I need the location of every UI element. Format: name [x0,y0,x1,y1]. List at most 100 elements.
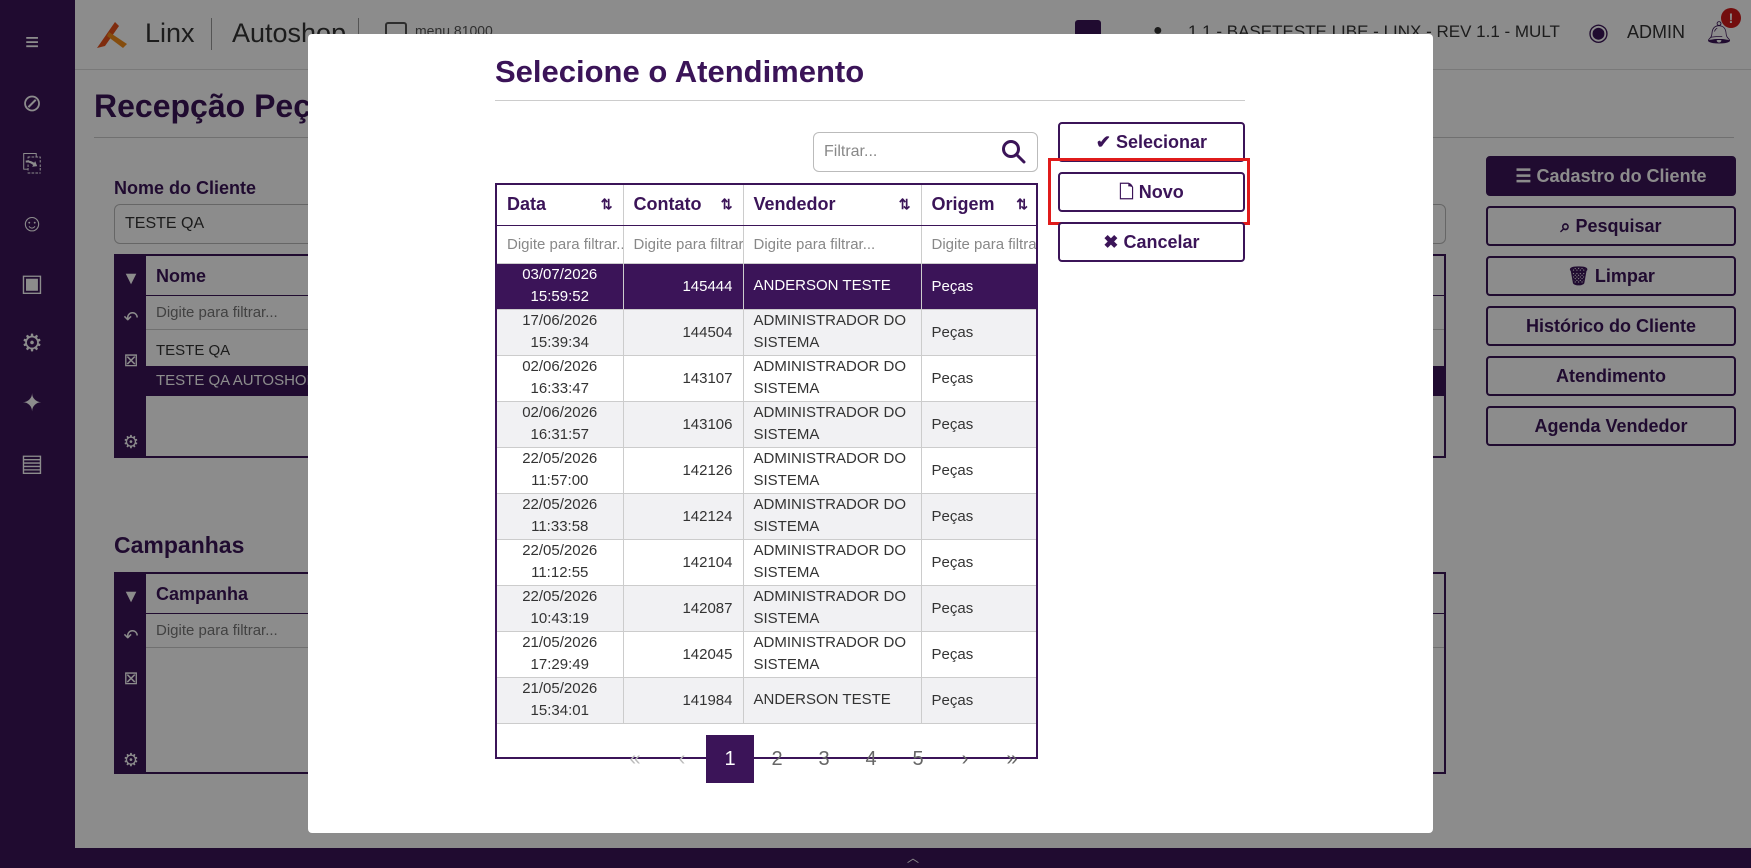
cell-origem[interactable]: Peças [921,585,1036,632]
cell-date: 17/06/2026 [522,312,598,329]
table-row[interactable]: 22/05/2026 11:57:00 142126 ADMINISTRADOR DO… [497,447,1036,494]
cell-data[interactable]: 22/05/2026 10:43:19 [497,585,624,632]
filter-input[interactable]: Filtrar... [813,132,1038,172]
cell-date: 22/05/2026 [522,542,598,559]
highlight-box [1048,158,1250,225]
pager-page-3[interactable]: 3 [800,735,848,783]
cell-date: 03/07/2026 [522,266,598,283]
cell-date: 22/05/2026 [522,450,598,467]
cell-time: 11:12:55 [531,564,589,581]
cell-data[interactable]: 21/05/2026 15:34:01 [497,677,624,724]
table-row-selected[interactable]: 03/07/2026 15:59:52 145444 ANDERSON TESTE Pe… [497,263,1036,310]
table-row[interactable]: 21/05/2026 17:29:49 142045 ADMINISTRADOR DO… [497,631,1036,678]
cell-contato[interactable]: 145444 [623,263,744,310]
pager-first-icon[interactable]: « [611,735,659,783]
cell-data[interactable]: 03/07/2026 15:59:52 [497,263,624,310]
column-label: Contato [633,194,702,215]
atendimento-table: Data ⇅ Contato ⇅ Vendedor ⇅ Origem ⇅ Digite … [495,183,1038,759]
column-label: Vendedor [753,194,836,215]
column-header-data[interactable]: Data ⇅ [497,185,624,226]
cell-contato[interactable]: 143107 [623,355,744,402]
cell-vendedor[interactable]: ADMINISTRADOR DO SISTEMA [743,539,922,586]
table-row[interactable]: 17/06/2026 15:39:34 144504 ADMINISTRADOR DO… [497,309,1036,356]
pager-page-1[interactable]: 1 [706,735,754,783]
cell-time: 11:33:58 [531,518,589,535]
table-row[interactable]: 02/06/2026 16:33:47 143107 ADMINISTRADOR DO… [497,355,1036,402]
cell-date: 02/06/2026 [522,404,598,421]
column-filter-vendedor[interactable]: Digite para filtrar... [743,225,922,264]
cell-date: 22/05/2026 [522,496,598,513]
sort-icon[interactable]: ⇅ [721,196,733,213]
cell-data[interactable]: 02/06/2026 16:33:47 [497,355,624,402]
cell-time: 15:39:34 [530,334,589,351]
cell-data[interactable]: 17/06/2026 15:39:34 [497,309,624,356]
cell-vendedor[interactable]: ADMINISTRADOR DO SISTEMA [743,631,922,678]
cell-origem[interactable]: Peças [921,401,1036,448]
pager-page-4[interactable]: 4 [847,735,895,783]
cell-origem[interactable]: Peças [921,493,1036,540]
selecione-atendimento-dialog: Selecione o Atendimento Filtrar... Data ⇅… [308,34,1433,833]
cell-origem[interactable]: Peças [921,309,1036,356]
pager-page-2[interactable]: 2 [753,735,801,783]
column-filter-origem[interactable]: Digite para filtrar... [921,225,1036,264]
column-label: Origem [931,194,995,215]
cancelar-button[interactable]: ✖ Cancelar [1058,222,1245,262]
cell-date: 02/06/2026 [522,358,598,375]
pager-prev-icon[interactable]: ‹ [658,735,706,783]
column-label: Data [507,194,547,215]
cell-contato[interactable]: 142126 [623,447,744,494]
pager-last-icon[interactable]: » [988,735,1036,783]
sort-icon[interactable]: ⇅ [1016,196,1028,213]
selecionar-button[interactable]: ✔ Selecionar [1058,122,1245,162]
column-header-vendedor[interactable]: Vendedor ⇅ [743,185,922,226]
cell-vendedor[interactable]: ANDERSON TESTE [743,263,922,310]
cell-data[interactable]: 22/05/2026 11:12:55 [497,539,624,586]
cell-date: 21/05/2026 [522,634,598,651]
cancelar-label: Cancelar [1123,232,1200,252]
cell-time: 15:59:52 [530,288,589,305]
cell-contato[interactable]: 143106 [623,401,744,448]
table-row[interactable]: 02/06/2026 16:31:57 143106 ADMINISTRADOR DO… [497,401,1036,448]
table-row[interactable]: 22/05/2026 10:43:19 142087 ADMINISTRADOR DO… [497,585,1036,632]
table-row[interactable]: 22/05/2026 11:12:55 142104 ADMINISTRADOR DO… [497,539,1036,586]
filter-placeholder: Filtrar... [824,143,878,160]
cell-vendedor[interactable]: ADMINISTRADOR DO SISTEMA [743,447,922,494]
table-row[interactable]: 22/05/2026 11:33:58 142124 ADMINISTRADOR DO… [497,493,1036,540]
cell-origem[interactable]: Peças [921,447,1036,494]
search-icon[interactable] [1001,139,1027,165]
cell-origem[interactable]: Peças [921,677,1036,724]
cell-data[interactable]: 22/05/2026 11:33:58 [497,493,624,540]
cell-vendedor[interactable]: ADMINISTRADOR DO SISTEMA [743,401,922,448]
dialog-title: Selecione o Atendimento [495,54,865,89]
cell-data[interactable]: 22/05/2026 11:57:00 [497,447,624,494]
cell-origem[interactable]: Peças [921,631,1036,678]
column-filter-data[interactable]: Digite para filtrar... [497,225,624,264]
cell-date: 21/05/2026 [522,680,598,697]
cell-vendedor[interactable]: ANDERSON TESTE [743,677,922,724]
cell-origem[interactable]: Peças [921,355,1036,402]
column-filter-contato[interactable]: Digite para filtrar... [623,225,744,264]
cell-vendedor[interactable]: ADMINISTRADOR DO SISTEMA [743,493,922,540]
cell-vendedor[interactable]: ADMINISTRADOR DO SISTEMA [743,355,922,402]
cell-data[interactable]: 21/05/2026 17:29:49 [497,631,624,678]
sort-icon[interactable]: ⇅ [899,196,911,213]
cell-origem[interactable]: Peças [921,539,1036,586]
column-header-contato[interactable]: Contato ⇅ [623,185,744,226]
pager-next-icon[interactable]: › [941,735,989,783]
sort-icon[interactable]: ⇅ [601,196,613,213]
cell-time: 16:31:57 [530,426,589,443]
cell-contato[interactable]: 142104 [623,539,744,586]
column-header-origem[interactable]: Origem ⇅ [921,185,1036,226]
cell-contato[interactable]: 142087 [623,585,744,632]
cell-contato[interactable]: 142124 [623,493,744,540]
cell-time: 15:34:01 [530,702,589,719]
cell-vendedor[interactable]: ADMINISTRADOR DO SISTEMA [743,309,922,356]
table-row[interactable]: 21/05/2026 15:34:01 141984 ANDERSON TESTE Pe… [497,677,1036,724]
cell-contato[interactable]: 144504 [623,309,744,356]
cell-contato[interactable]: 142045 [623,631,744,678]
pager-page-5[interactable]: 5 [894,735,942,783]
cell-origem[interactable]: Peças [921,263,1036,310]
cell-contato[interactable]: 141984 [623,677,744,724]
cell-vendedor[interactable]: ADMINISTRADOR DO SISTEMA [743,585,922,632]
cell-data[interactable]: 02/06/2026 16:31:57 [497,401,624,448]
